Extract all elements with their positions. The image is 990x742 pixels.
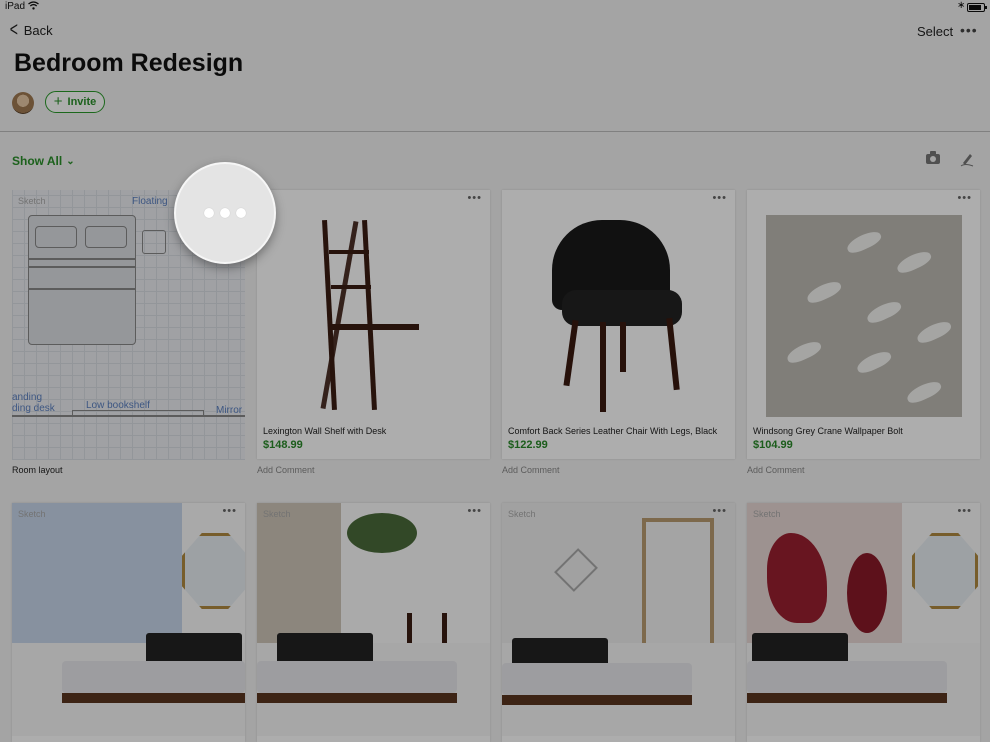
- sketch-tag: Sketch: [18, 196, 46, 206]
- avatar[interactable]: [12, 92, 34, 114]
- device-label: iPad: [5, 1, 26, 12]
- sketch-tag: Sketch: [753, 509, 781, 519]
- product-price: $122.99: [508, 439, 548, 451]
- more-options-callout[interactable]: [174, 162, 276, 264]
- bed-sketch: [28, 215, 136, 345]
- product-name: Windsong Grey Crane Wallpaper Bolt: [753, 426, 903, 436]
- camera-icon[interactable]: [926, 151, 940, 164]
- back-label: Back: [23, 22, 53, 38]
- more-icon[interactable]: •••: [222, 505, 237, 517]
- more-icon[interactable]: •••: [957, 192, 972, 204]
- sketch-tag: Sketch: [508, 509, 536, 519]
- battery-icon: [967, 3, 987, 12]
- product-name: Comfort Back Series Leather Chair With L…: [508, 426, 718, 436]
- dot-icon: [204, 208, 214, 218]
- more-icon[interactable]: •••: [712, 505, 727, 517]
- more-icon[interactable]: •••: [957, 505, 972, 517]
- sketch-image: [257, 503, 490, 736]
- product-price: $104.99: [753, 439, 793, 451]
- sketch-label: ding desk: [12, 403, 55, 414]
- sketch-card[interactable]: Sketch •••: [12, 503, 245, 742]
- add-comment-link[interactable]: Add Comment: [502, 465, 560, 475]
- product-image: [257, 190, 490, 423]
- add-comment-link[interactable]: Add Comment: [257, 465, 315, 475]
- product-price: $148.99: [263, 439, 303, 451]
- product-card[interactable]: ••• Windsong Grey Crane Wallpaper Bolt $…: [747, 190, 980, 459]
- sketch-label: Mirror: [216, 405, 243, 416]
- invite-label: Invite: [67, 96, 97, 108]
- sketch-image: [12, 503, 245, 736]
- invite-button[interactable]: + Invite: [45, 91, 105, 113]
- plus-icon: +: [53, 93, 63, 110]
- dot-icon: [236, 208, 246, 218]
- back-button[interactable]: < Back: [8, 19, 53, 41]
- pen-icon[interactable]: [960, 151, 974, 167]
- page-title: Bedroom Redesign: [14, 49, 244, 77]
- chevron-down-icon: ⌄: [66, 155, 75, 167]
- wifi-icon: [28, 1, 39, 13]
- sketch-card[interactable]: Sketch •••: [502, 503, 735, 742]
- sketch-image: [502, 503, 735, 736]
- sketch-tag: Sketch: [263, 509, 291, 519]
- add-comment-link[interactable]: Add Comment: [747, 465, 805, 475]
- sketch-label: anding: [12, 392, 43, 403]
- sketch-tag: Sketch: [18, 509, 46, 519]
- filter-label: Show All: [12, 154, 63, 168]
- product-image: [747, 190, 980, 423]
- bluetooth-icon: ∗: [957, 0, 966, 11]
- sketch-card[interactable]: Sketch •••: [257, 503, 490, 742]
- select-button[interactable]: Select: [917, 24, 953, 39]
- sketch-label: Floating: [132, 196, 168, 207]
- divider: [0, 131, 990, 132]
- dot-icon: [220, 208, 230, 218]
- status-bar: iPad ∗: [0, 0, 990, 14]
- product-card[interactable]: ••• Comfort Back Series Leather Chair Wi…: [502, 190, 735, 459]
- sketch-card[interactable]: Sketch •••: [747, 503, 980, 742]
- chevron-left-icon: <: [9, 19, 18, 41]
- sketch-label: Low bookshelf: [86, 400, 150, 411]
- more-icon[interactable]: •••: [467, 505, 482, 517]
- show-all-filter[interactable]: Show All ⌄: [12, 154, 75, 168]
- more-icon[interactable]: •••: [467, 192, 482, 204]
- more-icon[interactable]: •••: [712, 192, 727, 204]
- card-caption: Room layout: [12, 465, 63, 475]
- product-name: Lexington Wall Shelf with Desk: [263, 426, 387, 436]
- product-image: [502, 190, 735, 423]
- product-card[interactable]: ••• Lexington Wall Shelf with Desk $148.…: [257, 190, 490, 459]
- more-icon[interactable]: •••: [960, 22, 978, 38]
- sketch-image: [747, 503, 980, 736]
